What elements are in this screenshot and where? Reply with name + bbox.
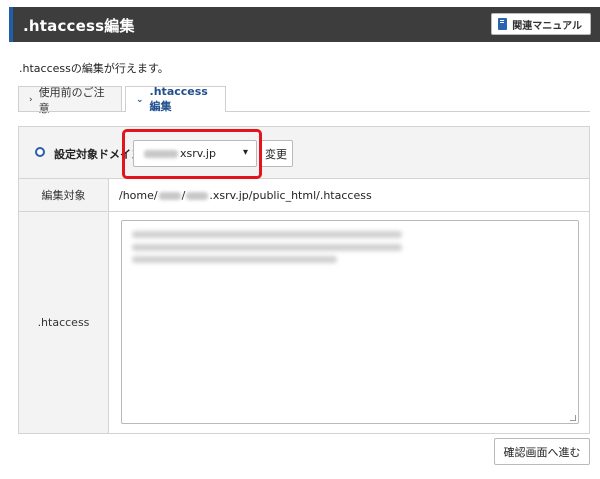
- page-description: .htaccessの編集が行えます。: [19, 62, 169, 75]
- path-suffix: .xsrv.jp/public_html/.htaccess: [209, 189, 372, 202]
- resize-handle[interactable]: [570, 415, 576, 421]
- tab-htaccess-edit-label: .htaccess編集: [149, 85, 208, 113]
- radio-selected-icon[interactable]: [35, 147, 45, 157]
- redacted-text: [158, 192, 181, 200]
- tab-divider: [18, 111, 590, 112]
- redacted-code-line: [132, 244, 402, 251]
- domain-row: 設定対象ドメイン xsrv.jp ▾ 変更: [19, 127, 589, 179]
- htaccess-textarea[interactable]: [121, 220, 579, 424]
- redacted-code-line: [132, 256, 337, 263]
- related-manual-button[interactable]: 関連マニュアル: [491, 13, 591, 35]
- change-button[interactable]: 変更: [259, 140, 293, 167]
- tab-precautions[interactable]: › 使用前のご注意: [18, 86, 122, 115]
- book-icon: [498, 18, 508, 30]
- tab-htaccess-edit[interactable]: ⌄ .htaccess編集: [125, 85, 226, 113]
- page-title: .htaccess編集: [23, 17, 135, 35]
- confirm-button[interactable]: 確認画面へ進む: [494, 438, 590, 465]
- htaccess-label: .htaccess: [19, 212, 109, 433]
- htaccess-row: .htaccess: [19, 212, 589, 433]
- chevron-right-icon: ›: [29, 94, 33, 105]
- path-prefix: /home/: [119, 189, 158, 202]
- chevron-down-icon: ⌄: [136, 94, 144, 105]
- target-row: 編集対象 /home/ / .xsrv.jp/public_html/.htacce…: [19, 179, 589, 212]
- path-mid: /: [181, 189, 186, 202]
- highlight-box: [122, 129, 262, 179]
- redacted-text: [186, 192, 209, 200]
- tab-bar: › 使用前のご注意 ⌄ .htaccess編集: [18, 85, 590, 115]
- related-manual-label: 関連マニュアル: [512, 20, 582, 32]
- redacted-code-line: [132, 231, 402, 238]
- target-label: 編集対象: [19, 179, 109, 211]
- edit-form-panel: 設定対象ドメイン xsrv.jp ▾ 変更 編集対象 /home/ / .xsrv.…: [18, 126, 590, 434]
- page-header: .htaccess編集 関連マニュアル: [9, 7, 600, 42]
- target-path: /home/ / .xsrv.jp/public_html/.htaccess: [119, 189, 372, 202]
